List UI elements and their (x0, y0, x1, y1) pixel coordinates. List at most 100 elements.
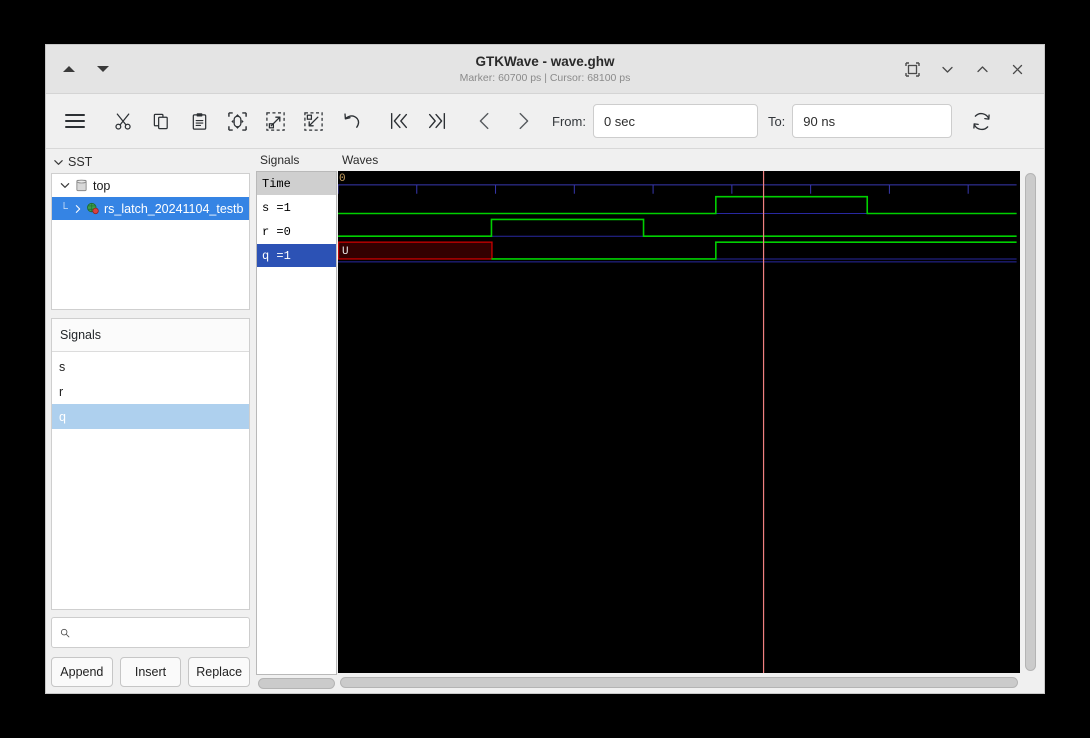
window-controls (901, 58, 1044, 80)
close-icon (1012, 64, 1022, 74)
marker-cursor-status: Marker: 60700 ps | Cursor: 68100 ps (459, 71, 631, 84)
title-block: GTKWave - wave.ghw Marker: 60700 ps | Cu… (46, 45, 1044, 93)
maximize-button[interactable] (971, 58, 993, 80)
tree-item-label: rs_latch_20241104_testb (104, 201, 244, 216)
close-button[interactable] (1006, 58, 1028, 80)
chevron-up-icon (976, 65, 988, 72)
chevron-right-icon (75, 204, 81, 213)
left-panel: SST top └ rs_latch_20241104_testb Signal… (46, 149, 256, 693)
triangle-down-icon (97, 66, 109, 72)
action-button-row: Append Insert Replace (51, 657, 251, 687)
nav-up-button[interactable] (60, 60, 78, 78)
copy-icon (153, 113, 168, 129)
menu-button[interactable] (56, 102, 94, 140)
minimize-button[interactable] (936, 58, 958, 80)
value-row-s[interactable]: s =1 (257, 196, 336, 220)
nav-down-button[interactable] (94, 60, 112, 78)
waveform-graphic: 0U (338, 171, 1020, 673)
signals-panel-title: Signals (52, 319, 249, 352)
waves-header: Waves (342, 153, 379, 167)
copy-button[interactable] (142, 102, 180, 140)
sst-tree[interactable]: top └ rs_latch_20241104_testb (51, 173, 250, 310)
search-box[interactable] (51, 617, 250, 648)
value-label: r =0 (262, 224, 291, 239)
zoom-out-button[interactable] (294, 102, 332, 140)
chevron-down-icon (60, 183, 70, 188)
go-to-end-button[interactable] (418, 102, 456, 140)
zoom-in-button[interactable] (256, 102, 294, 140)
zoom-fit-button[interactable] (218, 102, 256, 140)
paste-button[interactable] (180, 102, 218, 140)
triangle-up-icon (63, 66, 75, 72)
zoom-in-icon (265, 111, 285, 131)
undefined-region (338, 241, 493, 260)
waves-area: 0U (338, 171, 1040, 673)
waves-hscrollbar-area (338, 673, 1040, 693)
value-label: s =1 (262, 200, 291, 215)
from-label: From: (552, 113, 586, 129)
tree-guide: └ (60, 202, 68, 215)
fullscreen-button[interactable] (901, 58, 923, 80)
signal-name: r (59, 384, 64, 399)
menu-icon (65, 114, 85, 128)
list-item-q[interactable]: q (52, 404, 249, 429)
signal-values-header: Signals (260, 153, 300, 167)
to-label: To: (767, 113, 786, 129)
undo-button[interactable] (332, 102, 370, 140)
signal-values-panel: Signals Time s =1 r =0 q =1 (256, 149, 337, 693)
tree-item-rs-latch-testbench[interactable]: └ rs_latch_20241104_testb (52, 197, 249, 220)
chevron-down-icon (941, 66, 953, 73)
undo-icon (343, 112, 359, 128)
waves-hscrollbar[interactable] (340, 677, 1018, 688)
fullscreen-icon (904, 61, 920, 77)
value-row-q[interactable]: q =1 (257, 244, 336, 268)
signal-name: q (59, 409, 66, 424)
signal-name: s (59, 359, 66, 374)
gtkwave-window: GTKWave - wave.ghw Marker: 60700 ps | Cu… (45, 44, 1045, 694)
title-bar: GTKWave - wave.ghw Marker: 60700 ps | Cu… (46, 45, 1044, 94)
waves-vscrollbar-area (1020, 171, 1040, 673)
previous-button[interactable] (466, 102, 504, 140)
signals-panel: Signals s r q (51, 318, 250, 610)
title-bar-left-controls (46, 60, 112, 78)
chevron-down-icon (54, 159, 63, 165)
from-input[interactable] (592, 104, 758, 138)
append-button[interactable]: Append (51, 657, 113, 687)
sst-label: SST (68, 155, 93, 169)
list-item-r[interactable]: r (52, 379, 249, 404)
cut-button[interactable] (104, 102, 142, 140)
go-to-start-icon (390, 112, 408, 130)
signals-list[interactable]: s r q (52, 352, 249, 609)
cut-icon (114, 112, 131, 130)
previous-icon (479, 112, 489, 130)
list-item-s[interactable]: s (52, 354, 249, 379)
signals-hscrollbar-area (256, 675, 337, 693)
reload-button[interactable] (962, 102, 1000, 140)
tree-item-top[interactable]: top (52, 174, 249, 197)
zoom-out-icon (303, 111, 323, 131)
insert-button[interactable]: Insert (119, 657, 182, 687)
go-to-end-icon (428, 112, 446, 130)
wave-canvas[interactable]: 0U (338, 171, 1020, 673)
reload-icon (973, 112, 990, 130)
next-button[interactable] (504, 102, 542, 140)
value-label: q =1 (262, 248, 291, 263)
signal-values-list[interactable]: Time s =1 r =0 q =1 (256, 171, 337, 675)
next-icon (519, 112, 529, 130)
value-label: Time (262, 176, 291, 191)
tree-item-label: top (93, 178, 111, 193)
search-input[interactable] (76, 624, 241, 641)
undefined-label: U (342, 246, 349, 258)
main-body: SST top └ rs_latch_20241104_testb Signal… (46, 149, 1044, 693)
sst-header[interactable]: SST (51, 153, 250, 173)
to-input[interactable] (792, 104, 953, 138)
time-origin-label: 0 (339, 173, 346, 185)
signals-hscrollbar[interactable] (258, 678, 335, 689)
value-row-time[interactable]: Time (257, 172, 336, 196)
paste-icon (192, 112, 206, 130)
waves-vscrollbar[interactable] (1024, 173, 1036, 671)
replace-button[interactable]: Replace (188, 657, 251, 687)
waves-panel: Waves 0U (337, 149, 1044, 693)
value-row-r[interactable]: r =0 (257, 220, 336, 244)
go-to-start-button[interactable] (380, 102, 418, 140)
